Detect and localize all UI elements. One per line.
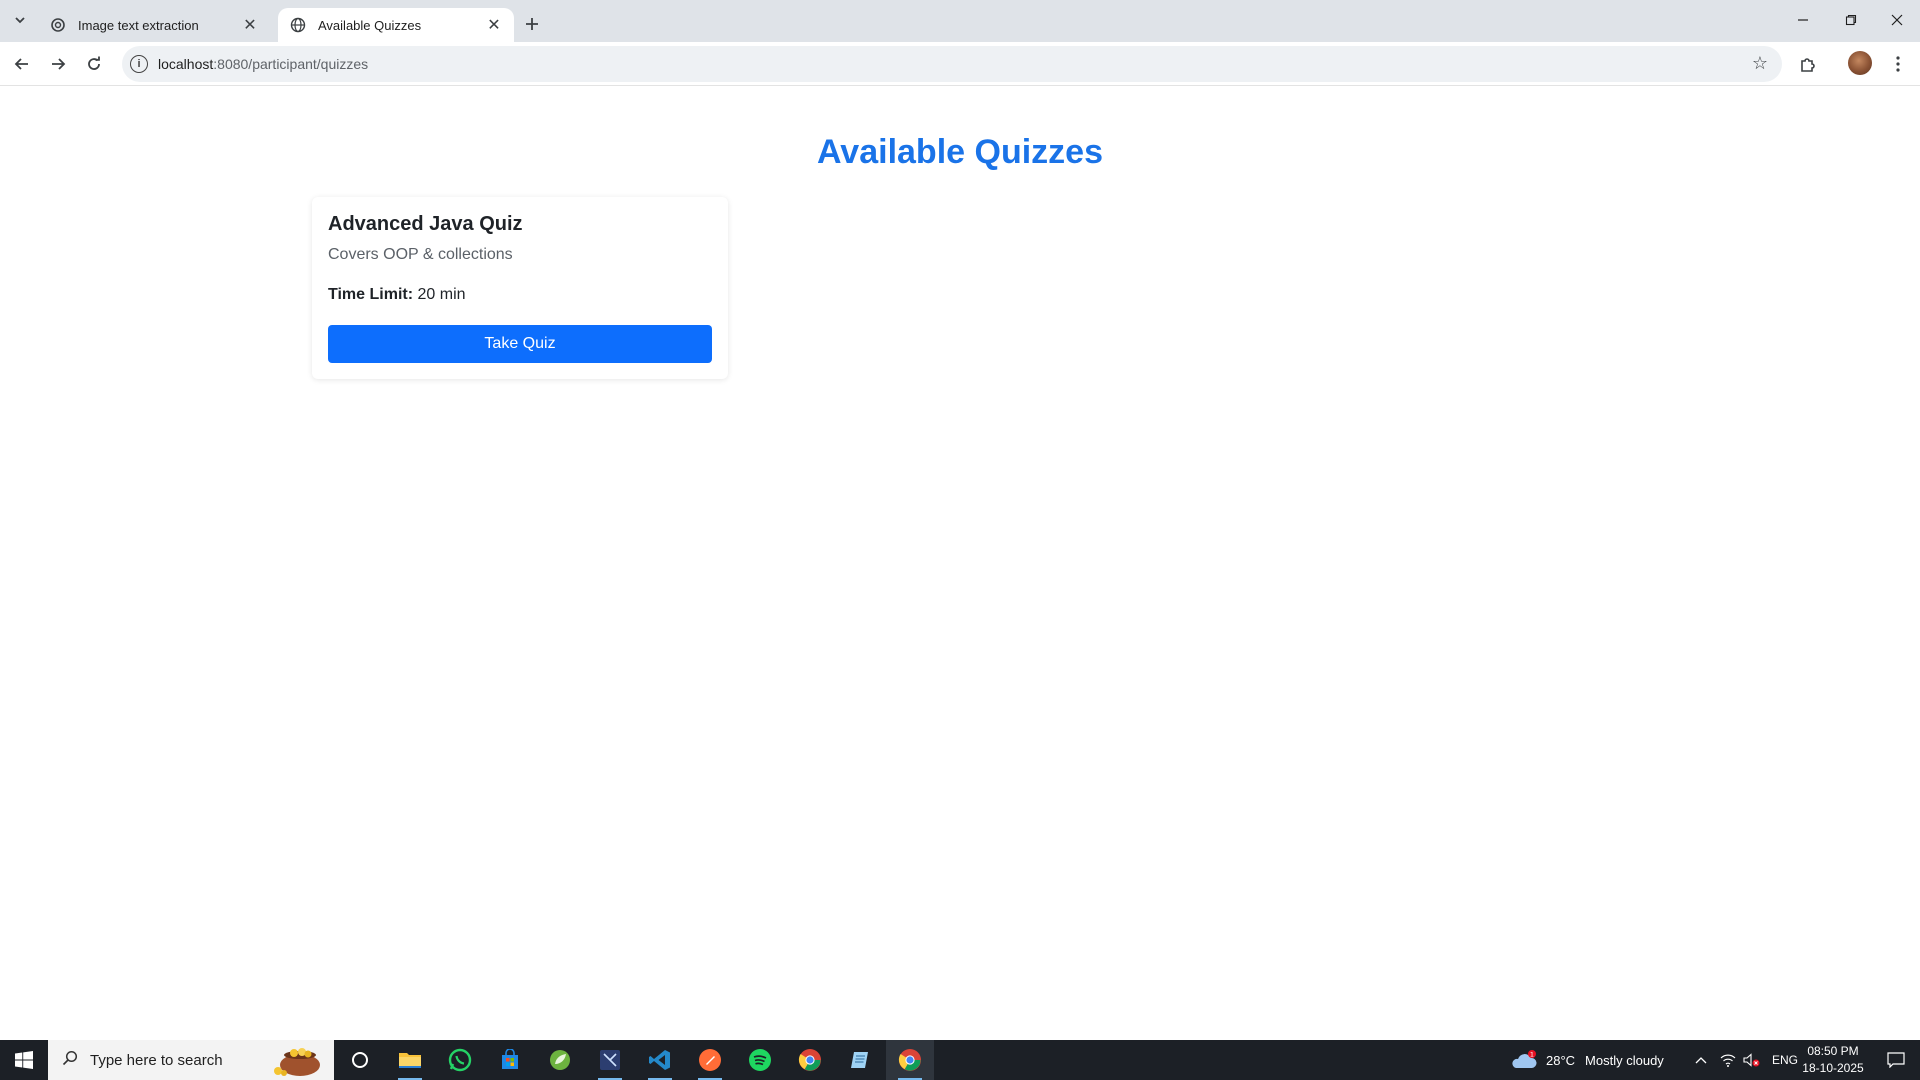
restore-icon [1845,14,1857,26]
puzzle-icon [1801,58,1815,72]
plus-icon [526,18,538,30]
close-icon[interactable]: ✕ [240,15,260,35]
weather-widget[interactable]: 1 28°C Mostly cloudy [1510,1040,1664,1080]
tab-image-text-extraction[interactable]: Image text extraction ✕ [38,8,270,42]
notification-center-button[interactable] [1872,1040,1920,1080]
clock-date: 18-10-2025 [1802,1061,1864,1075]
search-icon [62,1050,78,1071]
bookmark-star-icon[interactable]: ☆ [1752,53,1768,74]
site-info-icon[interactable]: i [130,55,148,73]
quiz-name: Advanced Java Quiz [328,213,523,235]
arrow-left-icon [14,58,28,70]
globe-icon [290,17,306,33]
quiz-card: Advanced Java Quiz Covers OOP & collecti… [312,197,728,379]
wifi-icon[interactable] [1716,1053,1740,1067]
reload-icon [88,56,100,70]
system-tray: ENG [1690,1040,1798,1080]
taskbar-store[interactable] [486,1040,534,1080]
browser-toolbar: i localhost:8080/participant/quizzes ☆ [0,42,1920,86]
leaf-icon [550,1050,570,1070]
browser-menu-button[interactable] [1884,50,1912,78]
windows-taskbar: Type here to search 1 28°C Mostly cloudy… [0,1040,1920,1080]
page-title: Available Quizzes [817,133,1103,171]
tab-title: Available Quizzes [318,17,422,33]
taskbar-chrome-active[interactable] [886,1040,934,1080]
forward-button[interactable] [44,50,72,78]
search-placeholder: Type here to search [90,1051,223,1069]
vscode-icon [649,1050,670,1070]
taskbar-postman[interactable] [686,1040,734,1080]
taskbar-notepad[interactable] [836,1040,884,1080]
chevron-down-icon [15,17,25,24]
cloud-icon: 1 [1512,1050,1537,1068]
taskbar-whatsapp[interactable] [436,1040,484,1080]
weather-description: Mostly cloudy [1585,1052,1664,1068]
openai-icon [50,17,66,33]
reload-button[interactable] [80,50,108,78]
taskbar-search-box[interactable]: Type here to search [48,1040,334,1080]
spotify-icon [749,1049,771,1071]
weather-temperature: 28°C [1546,1052,1576,1068]
taskbar-clock[interactable]: 08:50 PM 18-10-2025 [1800,1043,1866,1077]
volume-muted-icon[interactable] [1740,1053,1764,1067]
taskbar-chrome[interactable] [786,1040,834,1080]
profile-avatar[interactable] [1848,51,1872,75]
taskbar-vscode[interactable] [636,1040,684,1080]
more-vert-icon [1896,56,1900,72]
chrome-icon [898,1049,921,1071]
minimize-icon [1798,19,1808,21]
taskbar-spotify[interactable] [736,1040,784,1080]
language-indicator[interactable]: ENG [1772,1053,1798,1067]
restore-button[interactable] [1828,0,1874,40]
take-quiz-button[interactable]: Take Quiz [328,325,712,363]
browser-tab-strip: Image text extraction ✕ Available Quizze… [0,0,1920,42]
quiz-description: Covers OOP & collections [328,246,513,263]
quiz-time-limit: Time Limit: 20 min [328,286,466,304]
store-icon [502,1049,518,1069]
taskbar-file-explorer[interactable] [386,1040,434,1080]
taskbar-cortana[interactable] [336,1040,384,1080]
chevron-up-icon[interactable] [1690,1056,1712,1064]
windows-logo-icon [15,1051,33,1069]
postman-icon [699,1049,721,1071]
page-content: Available Quizzes Advanced Java Quiz Cov… [0,87,1920,1039]
new-tab-button[interactable] [518,10,546,38]
clock-time: 08:50 PM [1807,1044,1859,1058]
tab-available-quizzes[interactable]: Available Quizzes ✕ [278,8,514,42]
start-button[interactable] [0,1040,48,1080]
taskbar-eclipse[interactable] [586,1040,634,1080]
taskbar-spring-tool[interactable] [536,1040,584,1080]
tab-title: Image text extraction [78,17,199,33]
ide-icon [600,1050,620,1070]
address-bar[interactable]: i localhost:8080/participant/quizzes ☆ [122,46,1782,82]
close-window-button[interactable] [1874,0,1920,40]
weather-badge: 1 [1530,1051,1534,1059]
folder-icon [399,1053,421,1068]
cortana-icon [352,1052,368,1068]
url-text: localhost:8080/participant/quizzes [158,56,369,72]
whatsapp-icon [448,1048,472,1072]
minimize-button[interactable] [1780,0,1826,40]
chrome-icon [798,1049,821,1071]
close-icon[interactable]: ✕ [484,15,504,35]
notepad-icon [851,1052,868,1068]
back-button[interactable] [8,50,36,78]
arrow-right-icon [52,58,66,70]
notification-icon [1887,1052,1905,1068]
pot-of-gold-icon [274,1048,320,1076]
tab-search-button[interactable] [8,8,32,32]
close-icon [1891,14,1903,26]
time-limit-label: Time Limit: [328,286,414,303]
extensions-button[interactable] [1794,50,1822,78]
time-limit-value: 20 min [417,286,466,303]
